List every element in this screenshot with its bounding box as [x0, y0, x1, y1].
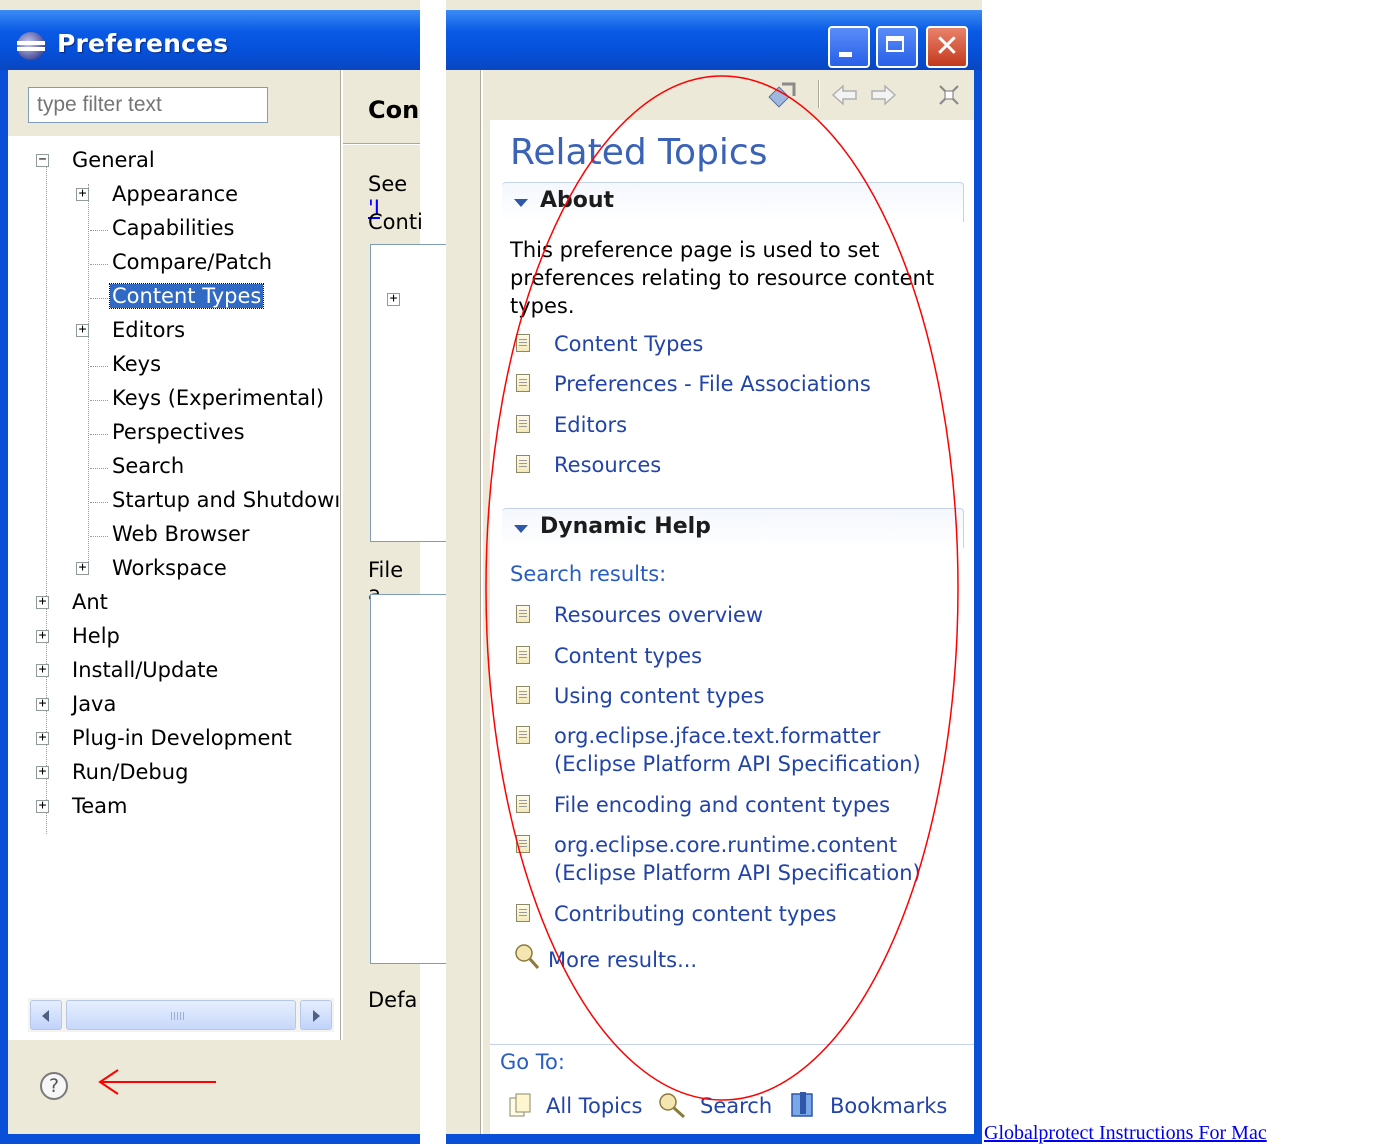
expand-icon[interactable]: +	[76, 187, 89, 201]
tree-item-perspectives[interactable]: Perspectives	[90, 420, 247, 450]
expand-icon[interactable]: +	[36, 629, 49, 643]
tree-item-plugin-development[interactable]: + Plug-in Development	[36, 726, 294, 756]
scroll-thumb[interactable]	[66, 1000, 296, 1030]
expand-icon[interactable]: +	[36, 799, 49, 813]
title-bar[interactable]: Preferences	[0, 10, 420, 70]
tree-item-run-debug[interactable]: + Run/Debug	[36, 760, 190, 790]
expand-icon[interactable]: +	[36, 697, 49, 711]
annotation-arrow	[98, 1069, 216, 1095]
annotation-ellipse	[485, 75, 959, 1101]
scroll-right-icon[interactable]	[300, 1000, 332, 1030]
default-encoding-label: Defa	[368, 988, 418, 1012]
window-border-left	[0, 70, 8, 1144]
expand-icon[interactable]: +	[76, 323, 89, 337]
caption-link[interactable]: Globalprotect Instructions For Mac	[984, 1122, 1267, 1145]
tree-item-help[interactable]: + Help	[36, 624, 122, 654]
tree-item-compare-patch[interactable]: Compare/Patch	[90, 250, 274, 280]
help-icon[interactable]: ?	[40, 1072, 68, 1100]
page-title: Con	[368, 96, 420, 124]
tree-item-search[interactable]: Search	[90, 454, 186, 484]
expand-icon[interactable]: +	[76, 561, 89, 575]
tree-item-install-update[interactable]: + Install/Update	[36, 658, 220, 688]
tree-item-capabilities[interactable]: Capabilities	[90, 216, 237, 246]
tree-item-java[interactable]: + Java	[36, 692, 118, 722]
preference-tree: − General + Appearance Capabilities Comp…	[8, 136, 340, 996]
window-title: Preferences	[57, 29, 229, 58]
content-types-label: Conti	[368, 210, 423, 234]
tree-item-editors[interactable]: + Editors	[76, 318, 187, 348]
window-border-right	[974, 70, 982, 1144]
eclipse-icon	[17, 32, 45, 60]
tree-item-workspace[interactable]: + Workspace	[76, 556, 229, 586]
tree-item-startup-shutdown[interactable]: Startup and Shutdowı	[90, 488, 342, 518]
tree-item-web-browser[interactable]: Web Browser	[90, 522, 252, 552]
expand-icon[interactable]: +	[36, 663, 49, 677]
tree-item-content-types[interactable]: Content Types	[90, 283, 265, 314]
collapse-icon[interactable]: −	[36, 153, 49, 167]
horizontal-scrollbar[interactable]	[28, 998, 334, 1032]
scroll-left-icon[interactable]	[30, 1000, 62, 1030]
expand-icon[interactable]: +	[36, 765, 49, 779]
preferences-window: Preferences − General + Appearance Capab…	[0, 0, 464, 1144]
tree-item-keys[interactable]: Keys	[90, 352, 163, 382]
window-border-bottom	[0, 1134, 420, 1144]
expand-icon[interactable]: +	[36, 595, 49, 609]
title-separator	[343, 143, 420, 145]
filter-input[interactable]	[28, 87, 268, 123]
preference-tree-pane: − General + Appearance Capabilities Comp…	[8, 136, 340, 1040]
tree-item-team[interactable]: + Team	[36, 794, 130, 824]
tree-item-appearance[interactable]: + Appearance	[76, 182, 240, 212]
expand-icon[interactable]: +	[36, 731, 49, 745]
expand-icon[interactable]: +	[387, 292, 400, 306]
tree-item-keys-experimental[interactable]: Keys (Experimental)	[90, 386, 326, 416]
tree-item-ant[interactable]: + Ant	[36, 590, 110, 620]
tree-item-general[interactable]: − General	[36, 148, 157, 178]
